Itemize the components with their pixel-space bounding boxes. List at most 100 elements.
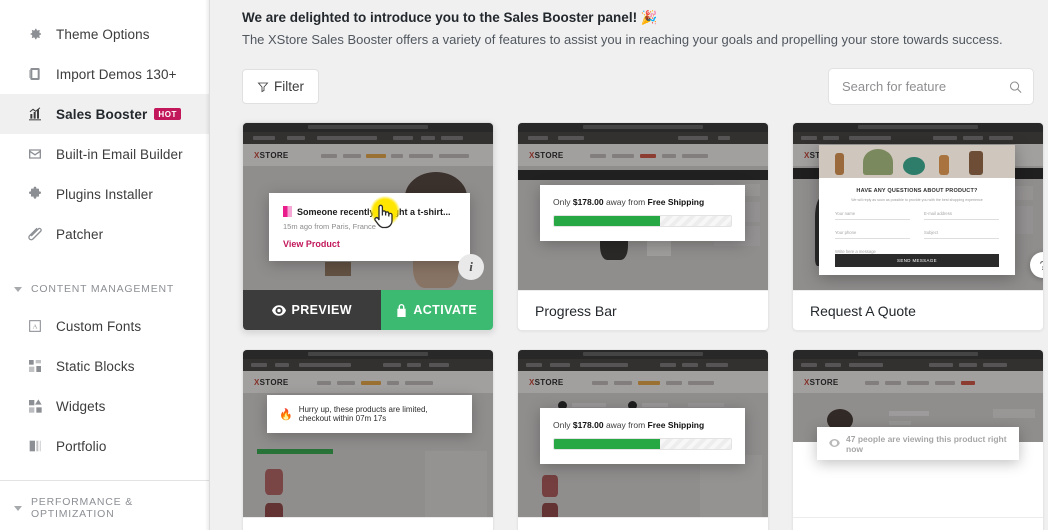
- widgets-icon: [26, 398, 43, 415]
- admin-page: Theme Options Import Demos 130+ Sales Bo…: [0, 0, 1048, 530]
- sidebar-group-title: CONTENT MANAGEMENT: [31, 283, 175, 295]
- sidebar-item-sales-booster[interactable]: Sales Booster HOT: [0, 94, 209, 134]
- page-title: We are delighted to introduce you to the…: [242, 10, 658, 25]
- blocks-icon: [26, 358, 43, 375]
- sidebar-item-label: Widgets: [56, 398, 106, 414]
- feature-card-request-a-quote[interactable]: XSTORE: [792, 122, 1044, 331]
- storefront-preview: XSTORE: [243, 350, 493, 517]
- popup-meta: 15m ago from Paris, France: [283, 222, 376, 231]
- search-icon[interactable]: [1008, 79, 1023, 94]
- sidebar-item-email-builder[interactable]: Built-in Email Builder: [0, 134, 209, 174]
- quote-heading: HAVE ANY QUESTIONS ABOUT PRODUCT?: [856, 188, 978, 194]
- sidebar-item-patcher[interactable]: Patcher: [0, 214, 209, 254]
- quote-field-email[interactable]: E-mail address: [924, 211, 999, 220]
- card-title-label: Request A Quote: [810, 302, 916, 319]
- feature-card-fake-popup[interactable]: XSTORE BESTPRICE: [242, 122, 494, 331]
- card-title: Cart / Checkout Countdown: [243, 517, 493, 530]
- live-viewing-notification: 47 people are viewing this product right…: [817, 427, 1019, 460]
- search-input[interactable]: [828, 68, 1034, 105]
- fire-emoji: 🔥: [279, 408, 293, 421]
- feature-card-progress-bar[interactable]: XSTORE Only $178.00 away from Free Shipp…: [517, 122, 769, 331]
- fake-popup-notification: Someone recently bought a t-shirt... 15m…: [269, 193, 470, 261]
- sidebar-item-label: Patcher: [56, 226, 104, 242]
- filter-button[interactable]: Filter: [242, 69, 319, 104]
- store-logo: XSTORE: [254, 151, 289, 160]
- sidebar-item-label: Sales Booster HOT: [56, 107, 182, 122]
- card-title-label: Progress Bar: [535, 302, 617, 319]
- progress-fill: [554, 439, 661, 449]
- sidebar-item-theme-options[interactable]: Theme Options: [0, 14, 209, 54]
- quote-fields: Your name E-mail address Your phone Subj…: [819, 203, 1015, 258]
- quote-field-subject[interactable]: Subject: [924, 230, 999, 239]
- live-viewing-text: 47 people are viewing this product right…: [829, 434, 1007, 454]
- progress-fill: [554, 216, 661, 226]
- eye-icon: [271, 304, 286, 316]
- sidebar-group-content-management[interactable]: CONTENT MANAGEMENT: [0, 272, 209, 306]
- patch-icon: [26, 226, 43, 243]
- main-content: We are delighted to introduce you to the…: [210, 0, 1048, 530]
- sidebar-item-label: Built-in Email Builder: [56, 146, 183, 162]
- send-message-button[interactable]: SEND MESSAGE: [835, 254, 999, 267]
- countdown-notification: 🔥 Hurry up, these products are limited, …: [267, 395, 472, 433]
- chevron-down-icon: [14, 286, 22, 292]
- page-subtitle: The XStore Sales Booster offers a variet…: [242, 32, 1003, 47]
- feature-card-grid: XSTORE BESTPRICE: [242, 122, 1044, 530]
- sidebar-item-label: Custom Fonts: [56, 318, 142, 334]
- sidebar-group-performance[interactable]: PERFORMANCE & OPTIMIZATION: [0, 491, 209, 525]
- gear-icon: [26, 26, 43, 43]
- envelope-icon: [26, 146, 43, 163]
- card-hover-actions: PREVIEW ACTIVATE: [243, 290, 493, 330]
- card-thumbnail: XSTORE: [518, 350, 768, 517]
- activate-button[interactable]: ACTIVATE: [380, 290, 493, 330]
- product-thumb-icon: [283, 206, 292, 217]
- card-title: Fake Live Viewing: [793, 517, 1043, 530]
- progress-bar-notification: Only $178.00 away from Free Shipping: [540, 185, 745, 241]
- sidebar-item-static-blocks[interactable]: Static Blocks: [0, 346, 209, 386]
- quote-form-modal: HAVE ANY QUESTIONS ABOUT PRODUCT? We wil…: [819, 145, 1015, 275]
- quote-field-name[interactable]: Your name: [835, 211, 910, 220]
- sidebar-item-label: Static Blocks: [56, 358, 135, 374]
- card-title: Cart / Checkout Progress Bar: [518, 517, 768, 530]
- sidebar-item-import-demos[interactable]: Import Demos 130+: [0, 54, 209, 94]
- sidebar: Theme Options Import Demos 130+ Sales Bo…: [0, 0, 210, 530]
- portfolio-icon: [26, 438, 43, 455]
- view-product-link[interactable]: View Product: [283, 239, 456, 249]
- lock-icon: [396, 303, 407, 317]
- sidebar-item-plugins-installer[interactable]: Plugins Installer: [0, 174, 209, 214]
- card-thumbnail: XSTORE BESTPRICE: [243, 123, 493, 290]
- card-thumbnail: XSTORE: [243, 350, 493, 517]
- sidebar-group-title: PERFORMANCE & OPTIMIZATION: [31, 496, 133, 520]
- eye-icon: [829, 439, 840, 449]
- card-title: Request A Quote: [793, 290, 1043, 330]
- popup-headline: Someone recently bought a t-shirt...: [283, 206, 456, 217]
- card-title: Progress Bar: [518, 290, 768, 330]
- feature-card-cart-checkout-countdown[interactable]: XSTORE 🔥 Hurry up, these products are li…: [242, 349, 494, 530]
- preview-button[interactable]: PREVIEW: [243, 290, 381, 330]
- sidebar-edge-shadow: [205, 0, 209, 530]
- preview-label: PREVIEW: [291, 303, 352, 317]
- sidebar-item-label: Plugins Installer: [56, 186, 153, 202]
- countdown-text: 🔥 Hurry up, these products are limited, …: [279, 405, 428, 423]
- sidebar-item-portfolio[interactable]: Portfolio: [0, 426, 209, 466]
- feature-card-fake-live-viewing[interactable]: XSTORE 47 people are viewing this produc…: [792, 349, 1044, 530]
- sidebar-divider: [0, 480, 209, 481]
- sidebar-item-label: Portfolio: [56, 438, 107, 454]
- feature-card-cart-checkout-progress-bar[interactable]: XSTORE Only $178.00 away from Free Shipp…: [517, 349, 769, 530]
- quote-field-phone[interactable]: Your phone: [835, 230, 910, 239]
- chevron-down-icon: [14, 505, 22, 511]
- search-box: [828, 68, 1034, 105]
- progress-label: Only $178.00 away from Free Shipping: [553, 197, 705, 207]
- quote-hero-image: [819, 145, 1015, 178]
- filter-icon: [257, 81, 269, 93]
- font-icon: A: [26, 318, 43, 335]
- info-icon[interactable]: i: [458, 254, 484, 280]
- card-thumbnail: XSTORE: [793, 123, 1043, 290]
- activate-label: ACTIVATE: [413, 303, 478, 317]
- chart-up-icon: [26, 106, 43, 123]
- import-icon: [26, 66, 43, 83]
- sidebar-item-custom-fonts[interactable]: A Custom Fonts: [0, 306, 209, 346]
- progress-track: [553, 438, 732, 450]
- sidebar-item-widgets[interactable]: Widgets: [0, 386, 209, 426]
- card-thumbnail: XSTORE: [518, 123, 768, 290]
- toolbar: Filter: [242, 68, 1034, 105]
